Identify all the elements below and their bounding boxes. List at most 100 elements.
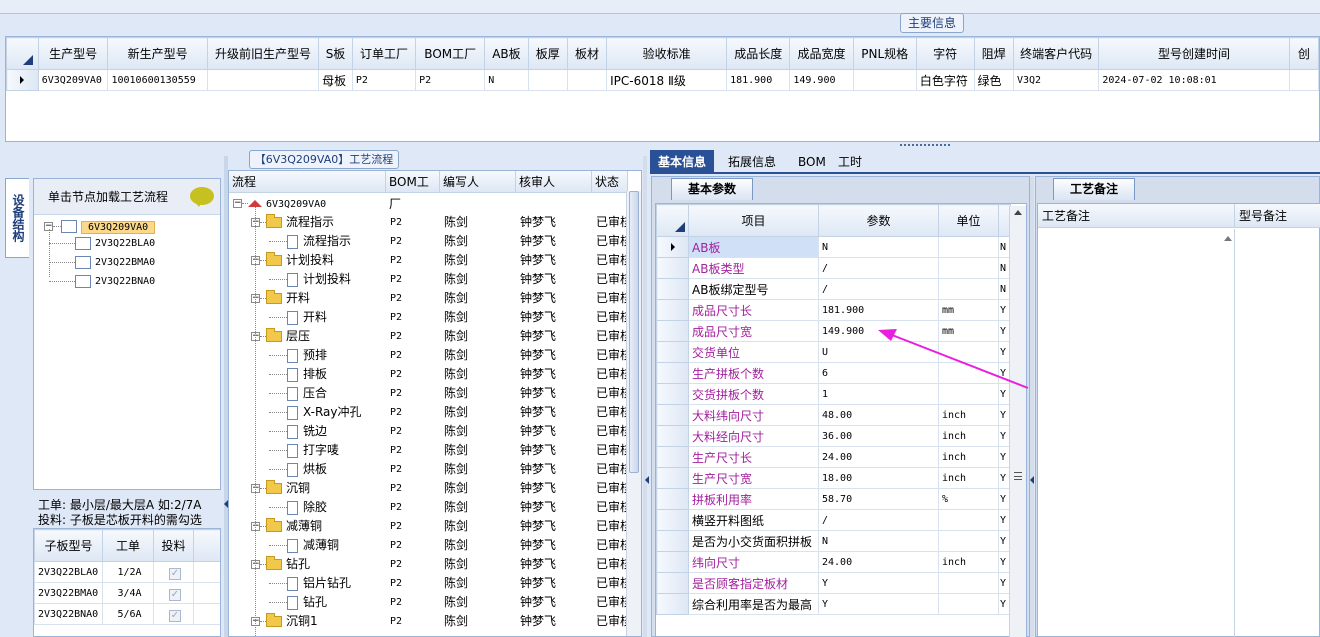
scroll-grip-icon[interactable] — [1014, 472, 1022, 480]
process-title-tab[interactable]: 【6V3Q209VA0】工艺流程 — [249, 150, 399, 169]
tree-child-node[interactable]: 2V3Q22BLA0 — [49, 235, 155, 253]
table-row[interactable]: 交货拼板个数 1 Y — [656, 383, 1011, 405]
process-row[interactable]: 除胶 P2 陈剑 钟梦飞 已审核 — [229, 498, 627, 517]
col-header[interactable]: 编写人 — [440, 171, 516, 193]
col-header[interactable]: 成品长度 — [726, 37, 791, 70]
tree-child-node[interactable]: 2V3Q22BMA0 — [49, 254, 155, 272]
col-header[interactable]: 验收标准 — [606, 37, 728, 70]
process-row[interactable]: 减薄铜 P2 陈剑 钟梦飞 已审核 — [229, 536, 627, 555]
param-value[interactable]: 58.70 — [818, 488, 939, 510]
table-row[interactable]: 纬向尺寸 24.00 inch Y — [656, 551, 1011, 573]
col-header[interactable]: 阻焊 — [973, 37, 1014, 70]
tree-child-node[interactable]: 2V3Q22BNA0 — [49, 273, 155, 291]
main-info-tab[interactable]: 主要信息 — [900, 13, 964, 33]
table-row[interactable]: 成品尺寸宽 149.900 mm Y — [656, 320, 1011, 342]
param-value[interactable]: 48.00 — [818, 404, 939, 426]
feed-checkbox[interactable]: ✓ — [169, 609, 181, 622]
scroll-up-icon[interactable] — [1224, 236, 1232, 241]
process-row[interactable]: −沉铜1P2陈剑钟梦飞已审核 — [229, 612, 627, 631]
table-cell[interactable]: P2 — [415, 69, 486, 91]
collapse-arrow-icon[interactable] — [1030, 476, 1034, 484]
vertical-splitter[interactable] — [643, 156, 647, 637]
col-header[interactable]: 生产型号 — [37, 37, 109, 70]
col-header[interactable]: 参数 — [818, 204, 939, 237]
process-row[interactable]: −层压P2陈剑钟梦飞已审核 — [229, 327, 627, 346]
col-header[interactable]: 板厚 — [527, 37, 568, 70]
process-row[interactable]: 打字唛 P2 陈剑 钟梦飞 已审核 — [229, 441, 627, 460]
table-cell[interactable]: N — [484, 69, 529, 91]
table-row[interactable]: 大料经向尺寸 36.00 inch Y — [656, 425, 1011, 447]
table-cell[interactable]: 181.900 — [726, 69, 791, 91]
col-header[interactable]: BOM工厂 — [386, 171, 440, 211]
tree-root-node[interactable]: −6V3Q209VA0 — [44, 217, 156, 235]
process-root-row[interactable]: − 6V3Q209VA0 — [229, 194, 627, 213]
col-header[interactable]: 订单工厂 — [351, 37, 417, 70]
col-header[interactable]: S板 — [318, 37, 353, 70]
table-row[interactable]: 是否顾客指定板材 Y Y — [656, 572, 1011, 594]
process-row[interactable]: 计划投料 P2 陈剑 钟梦飞 已审核 — [229, 270, 627, 289]
scroll-up-icon[interactable] — [1014, 210, 1022, 215]
table-cell[interactable]: 149.900 — [789, 69, 854, 91]
col-header[interactable]: 项目 — [688, 204, 819, 237]
table-row[interactable]: 6V3Q209VA0 10010600130559 母板 P2 P2 N IPC-6018 … — [6, 69, 1319, 91]
scroll-thumb[interactable] — [629, 191, 639, 473]
col-header[interactable]: 流程 — [229, 171, 386, 193]
table-cell[interactable] — [527, 69, 568, 91]
col-header[interactable]: 工单 — [102, 529, 154, 562]
process-row[interactable]: −计划投料P2陈剑钟梦飞已审核 — [229, 251, 627, 270]
param-value[interactable]: Y — [818, 572, 939, 594]
col-header[interactable]: 状态 — [592, 171, 628, 193]
table-row[interactable]: AB板绑定型号 / N — [656, 278, 1011, 300]
col-header[interactable]: 字符 — [915, 37, 975, 70]
col-header[interactable]: 终端客户代码 — [1012, 37, 1100, 70]
table-row[interactable]: 2V3Q22BLA0 1/2A ✓ — [34, 561, 220, 583]
table-cell[interactable]: 绿色 — [973, 69, 1014, 91]
col-header[interactable]: 创 — [1288, 37, 1319, 70]
process-row[interactable]: −开料P2陈剑钟梦飞已审核 — [229, 289, 627, 308]
feed-checkbox[interactable]: ✓ — [169, 588, 181, 601]
table-cell[interactable]: 10010600130559 — [107, 69, 208, 91]
param-value[interactable]: 149.900 — [818, 320, 939, 342]
table-row[interactable]: AB板 N N — [656, 236, 1011, 258]
splitter-grip-icon[interactable] — [900, 144, 950, 148]
col-header[interactable]: 单位 — [938, 204, 999, 237]
table-row[interactable]: 生产拼板个数 6 Y — [656, 362, 1011, 384]
horizontal-splitter[interactable] — [0, 142, 1320, 150]
vertical-tab-structure[interactable]: 设备结构 — [5, 178, 29, 258]
process-row[interactable]: 排板 P2 陈剑 钟梦飞 已审核 — [229, 365, 627, 384]
col-header[interactable]: 板材 — [566, 37, 608, 70]
process-row[interactable]: 预排 P2 陈剑 钟梦飞 已审核 — [229, 346, 627, 365]
table-cell[interactable] — [206, 69, 320, 91]
table-row[interactable]: 生产尺寸宽 18.00 inch Y — [656, 467, 1011, 489]
param-value[interactable]: N — [818, 530, 939, 552]
process-row[interactable]: −减薄铜P2陈剑钟梦飞已审核 — [229, 517, 627, 536]
param-value[interactable]: / — [818, 278, 939, 300]
param-value[interactable]: 24.00 — [818, 446, 939, 468]
table-cell[interactable]: 白色字符 — [915, 69, 975, 91]
table-row[interactable]: 成品尺寸长 181.900 mm Y — [656, 299, 1011, 321]
process-row[interactable]: 烘板 P2 陈剑 钟梦飞 已审核 — [229, 460, 627, 479]
process-scrollbar[interactable] — [626, 191, 641, 636]
table-cell[interactable] — [852, 69, 917, 91]
param-value[interactable]: / — [818, 509, 939, 531]
param-value[interactable]: 36.00 — [818, 425, 939, 447]
table-cell[interactable]: 母板 — [318, 69, 353, 91]
table-cell[interactable]: P2 — [351, 69, 417, 91]
process-row[interactable]: X-Ray冲孔 P2 陈剑 钟梦飞 已审核 — [229, 403, 627, 422]
param-value[interactable]: 6 — [818, 362, 939, 384]
col-header[interactable]: 子板型号 — [34, 529, 103, 562]
table-row[interactable]: 2V3Q22BNA0 5/6A ✓ — [34, 603, 220, 625]
process-row[interactable]: 钻孔 P2 陈剑 钟梦飞 已审核 — [229, 593, 627, 612]
col-header[interactable]: BOM工厂 — [415, 37, 486, 70]
tab-bom[interactable]: BOM — [790, 150, 834, 174]
col-header[interactable]: 新生产型号 — [107, 37, 208, 70]
table-cell[interactable]: IPC-6018 Ⅱ级 — [606, 69, 728, 91]
process-row[interactable]: 压合 P2 陈剑 钟梦飞 已审核 — [229, 384, 627, 403]
col-header[interactable]: 升级前旧生产型号 — [206, 37, 320, 70]
tab-extended-info[interactable]: 拓展信息 — [720, 150, 784, 174]
process-row[interactable]: 流程指示 P2 陈剑 钟梦飞 已审核 — [229, 232, 627, 251]
process-row[interactable]: 铝片钻孔 P2 陈剑 钟梦飞 已审核 — [229, 574, 627, 593]
process-row[interactable]: 铣边 P2 陈剑 钟梦飞 已审核 — [229, 422, 627, 441]
table-row[interactable]: 2V3Q22BMA0 3/4A ✓ — [34, 582, 220, 604]
table-row[interactable]: 大料纬向尺寸 48.00 inch Y — [656, 404, 1011, 426]
